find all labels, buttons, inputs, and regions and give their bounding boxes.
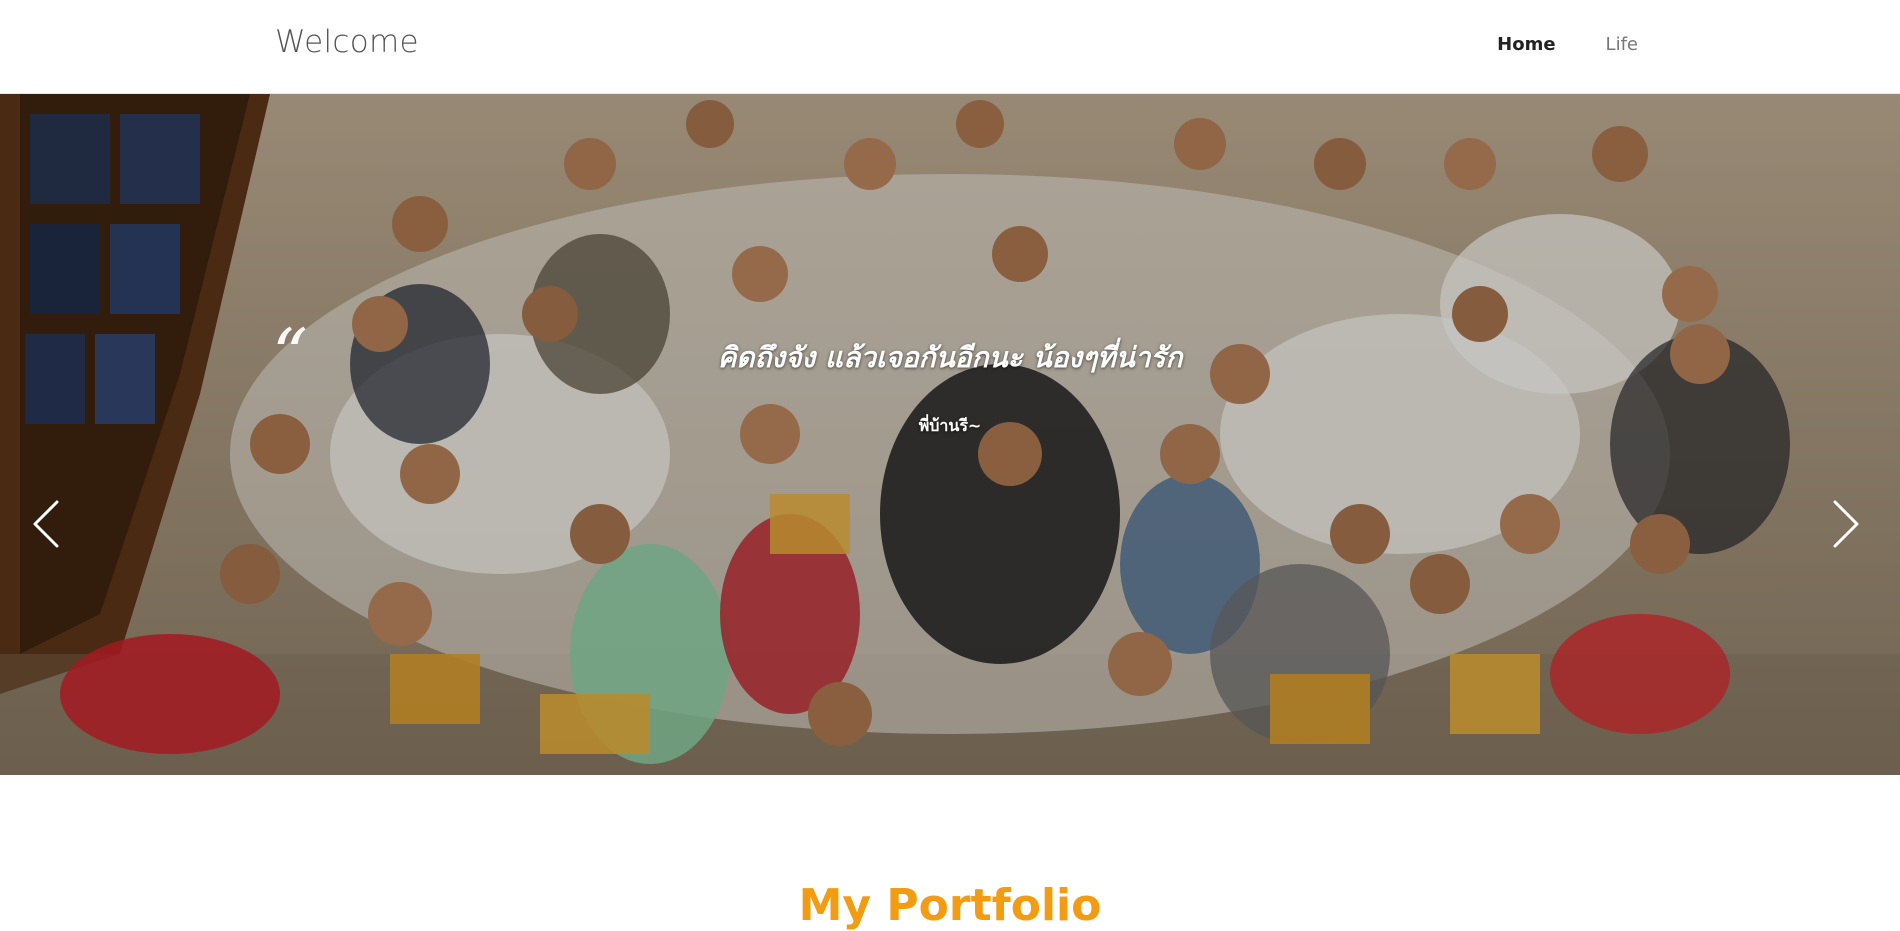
carousel-prev-button[interactable]: [20, 494, 70, 554]
chevron-left-icon: [33, 500, 59, 548]
hero-quote-author: พี่บ้านรี~: [918, 416, 982, 435]
nav-menu: Home Life: [1497, 34, 1638, 55]
hero-quote: คิดถึงจัง แล้วเจอกันอีกนะ น้องๆที่น่ารัก: [717, 341, 1183, 374]
brand-link[interactable]: Welcome: [275, 24, 419, 60]
carousel-next-button[interactable]: [1822, 494, 1872, 554]
navbar: Welcome Home Life: [0, 0, 1900, 94]
nav-link-life[interactable]: Life: [1606, 34, 1638, 55]
nav-link-home[interactable]: Home: [1497, 34, 1555, 55]
hero-carousel: “ คิดถึงจัง แล้วเจอกันอีกนะ น้องๆที่น่าร…: [0, 94, 1900, 775]
portfolio-title: My Portfolio: [798, 879, 1102, 931]
chevron-right-icon: [1833, 500, 1859, 548]
